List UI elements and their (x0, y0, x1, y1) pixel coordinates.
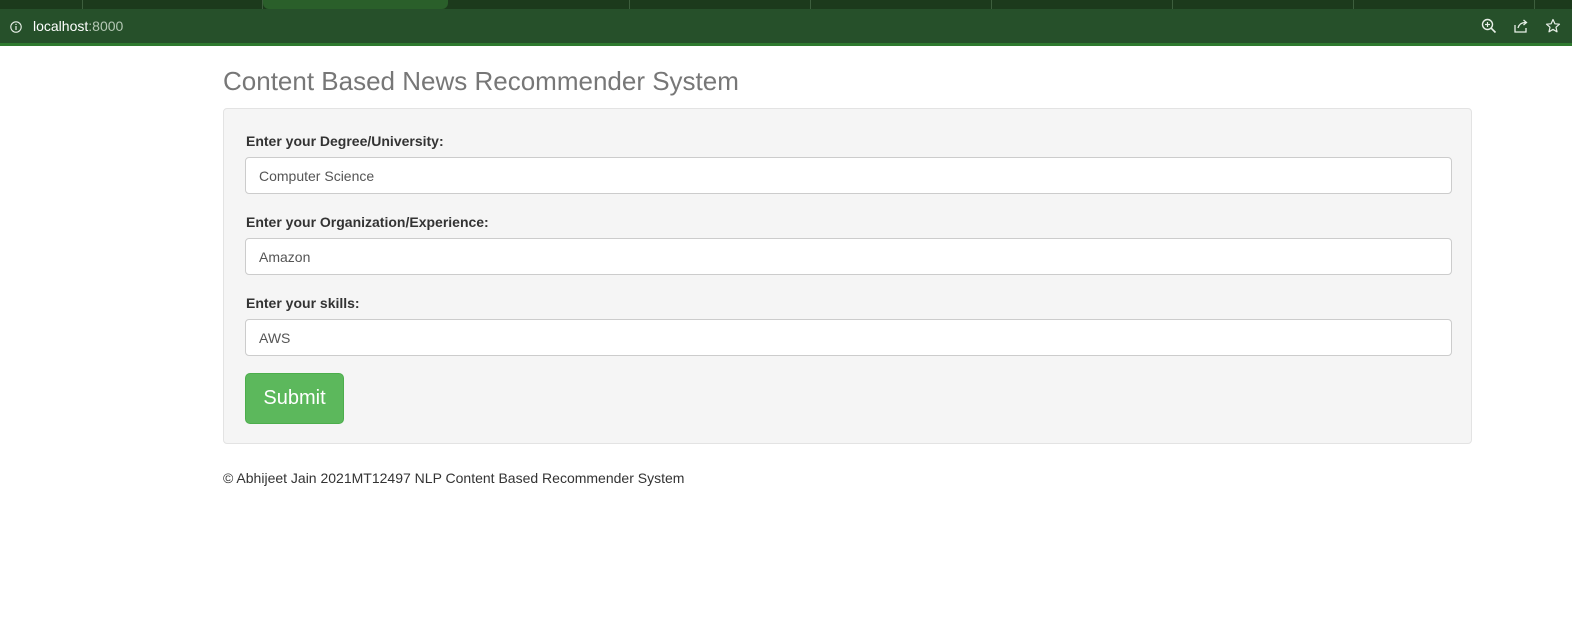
browser-tab[interactable] (630, 0, 811, 9)
degree-input[interactable] (245, 157, 1452, 194)
share-icon[interactable] (1513, 18, 1529, 34)
address-bar (0, 9, 1572, 43)
browser-tab[interactable] (82, 0, 263, 9)
organization-input[interactable] (245, 238, 1452, 275)
browser-tab[interactable] (0, 0, 83, 9)
browser-tab[interactable] (1354, 0, 1535, 9)
url-port: :8000 (88, 18, 124, 34)
recommender-form: Enter your Degree/University: Enter your… (223, 108, 1472, 444)
address-bar-accent (0, 43, 1572, 46)
skills-input[interactable] (245, 319, 1452, 356)
browser-tab[interactable] (449, 0, 630, 9)
browser-tab-active[interactable] (263, 0, 448, 9)
submit-button[interactable]: Submit (245, 373, 344, 424)
browser-tabstrip (0, 0, 1572, 9)
info-icon[interactable] (10, 20, 22, 33)
zoom-icon[interactable] (1481, 18, 1497, 34)
star-icon[interactable] (1545, 18, 1561, 34)
url-host: localhost (33, 18, 89, 34)
degree-label: Enter your Degree/University: (246, 133, 444, 149)
footer-text: © Abhijeet Jain 2021MT12497 NLP Content … (223, 470, 685, 486)
skills-label: Enter your skills: (246, 295, 360, 311)
page-title: Content Based News Recommender System (223, 66, 739, 96)
browser-tab[interactable] (811, 0, 992, 9)
organization-label: Enter your Organization/Experience: (246, 214, 489, 230)
browser-tab[interactable] (1173, 0, 1354, 9)
url-field[interactable]: localhost:8000 (33, 18, 123, 34)
browser-tab[interactable] (992, 0, 1173, 9)
